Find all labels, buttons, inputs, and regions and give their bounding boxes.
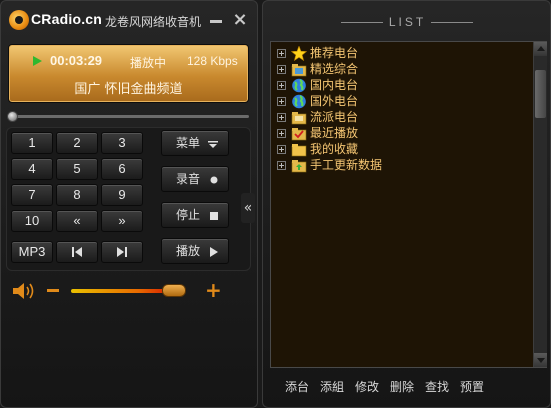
menu-button[interactable]: 菜单	[161, 130, 229, 156]
app-subtitle: 龙卷风网络收音机	[105, 15, 202, 29]
folder-genre-icon	[291, 110, 307, 125]
expand-icon[interactable]	[277, 129, 286, 138]
folder-update-icon	[291, 158, 307, 173]
tree-item-label: 我的收藏	[310, 142, 359, 156]
scroll-down-button[interactable]	[534, 353, 547, 367]
list-scrollbar[interactable]	[533, 42, 547, 367]
elapsed-time: 00:03:29	[50, 53, 103, 68]
key-3[interactable]: 3	[101, 132, 143, 154]
key-page-next[interactable]: »	[101, 210, 143, 232]
tree-item-label: 推荐电台	[310, 46, 359, 60]
menu-label: 菜单	[176, 136, 201, 150]
playing-state-icon	[33, 56, 42, 66]
tree-item-label: 国外电台	[310, 94, 359, 108]
minimize-button[interactable]	[207, 11, 225, 29]
stop-label: 停止	[176, 208, 201, 222]
expand-icon[interactable]	[277, 145, 286, 154]
prev-track-icon	[72, 247, 82, 257]
search-button[interactable]: 查找	[425, 378, 449, 395]
now-playing-display: 00:03:29 播放中 128 Kbps 国广 怀旧金曲频道	[8, 44, 249, 103]
key-6[interactable]: 6	[101, 158, 143, 180]
star-icon	[290, 45, 308, 62]
stop-button[interactable]: 停止	[161, 202, 229, 228]
key-page-prev[interactable]: «	[56, 210, 98, 232]
record-icon	[210, 176, 218, 184]
volume-control: +	[9, 278, 231, 304]
player-panel: CRadio.cn 龙卷风网络收音机 × 00:03:29 播放中 128 Kb…	[0, 0, 258, 408]
seek-knob[interactable]	[7, 111, 18, 122]
cradio-logo-icon	[9, 10, 29, 30]
folder-favorite-icon	[291, 142, 307, 157]
scroll-up-button[interactable]	[534, 42, 547, 56]
key-2[interactable]: 2	[56, 132, 98, 154]
folder-recent-icon	[291, 126, 307, 141]
list-title: LIST	[388, 15, 427, 29]
collapse-list-button[interactable]: «	[241, 193, 255, 223]
folder-radio-icon	[291, 62, 307, 77]
expand-icon[interactable]	[277, 97, 286, 106]
play-icon	[210, 247, 218, 257]
volume-down-icon[interactable]	[47, 289, 59, 292]
key-8[interactable]: 8	[56, 184, 98, 206]
add-station-button[interactable]: 添台	[285, 378, 309, 395]
seek-track[interactable]	[13, 115, 249, 118]
tree-item-label: 最近播放	[310, 126, 359, 140]
expand-icon[interactable]	[277, 49, 286, 58]
volume-up-icon[interactable]: +	[205, 280, 222, 301]
expand-icon[interactable]	[277, 113, 286, 122]
expand-icon[interactable]	[277, 81, 286, 90]
globe-icon	[291, 78, 307, 93]
prev-track-button[interactable]	[56, 241, 98, 263]
seek-slider[interactable]	[7, 111, 249, 123]
delete-button[interactable]: 删除	[390, 378, 414, 395]
expand-icon[interactable]	[277, 161, 286, 170]
tree-item-label: 国内电台	[310, 78, 359, 92]
next-track-icon	[117, 247, 127, 257]
record-label: 录音	[176, 172, 201, 186]
tree-item-label: 手工更新数据	[310, 158, 383, 172]
key-10[interactable]: 10	[11, 210, 53, 232]
preset-button[interactable]: 预置	[460, 378, 484, 395]
mp3-button[interactable]: MP3	[11, 241, 53, 263]
stop-icon	[210, 212, 218, 220]
key-1[interactable]: 1	[11, 132, 53, 154]
edit-button[interactable]: 修改	[355, 378, 379, 395]
record-button[interactable]: 录音	[161, 166, 229, 192]
tree-item-label: 流派电台	[310, 110, 359, 124]
close-button[interactable]: ×	[231, 11, 249, 29]
speaker-icon[interactable]	[11, 281, 39, 301]
key-4[interactable]: 4	[11, 158, 53, 180]
station-name: 国广 怀旧金曲频道	[74, 82, 183, 97]
title-bar[interactable]: CRadio.cn 龙卷风网络收音机 ×	[5, 7, 255, 33]
key-7[interactable]: 7	[11, 184, 53, 206]
app-logo-text: CRadio.cn	[31, 11, 103, 27]
station-list-panel: LIST 推荐电台 精选综合 国内电台 国外电台 流派电台 最近播放 我的收藏 手工更新数据 …	[262, 0, 551, 408]
title-divider-right	[431, 22, 473, 23]
station-tree[interactable]: 推荐电台精选综合国内电台国外电台流派电台最近播放我的收藏手工更新数据	[270, 41, 547, 368]
key-9[interactable]: 9	[101, 184, 143, 206]
tree-item-label: 精选综合	[310, 62, 359, 76]
playback-status: 播放中	[130, 56, 167, 70]
menu-icon	[208, 141, 218, 148]
list-actions: 添台 添組 修改 删除 查找 预置	[279, 378, 539, 394]
expand-icon[interactable]	[277, 65, 286, 74]
globe-icon	[291, 94, 307, 109]
play-button[interactable]: 播放	[161, 238, 229, 264]
play-label: 播放	[176, 244, 201, 258]
volume-knob[interactable]	[162, 284, 187, 297]
next-track-button[interactable]	[101, 241, 143, 263]
scroll-thumb[interactable]	[535, 70, 546, 118]
add-group-button[interactable]: 添組	[320, 378, 344, 395]
key-5[interactable]: 5	[56, 158, 98, 180]
bitrate: 128 Kbps	[187, 54, 238, 68]
